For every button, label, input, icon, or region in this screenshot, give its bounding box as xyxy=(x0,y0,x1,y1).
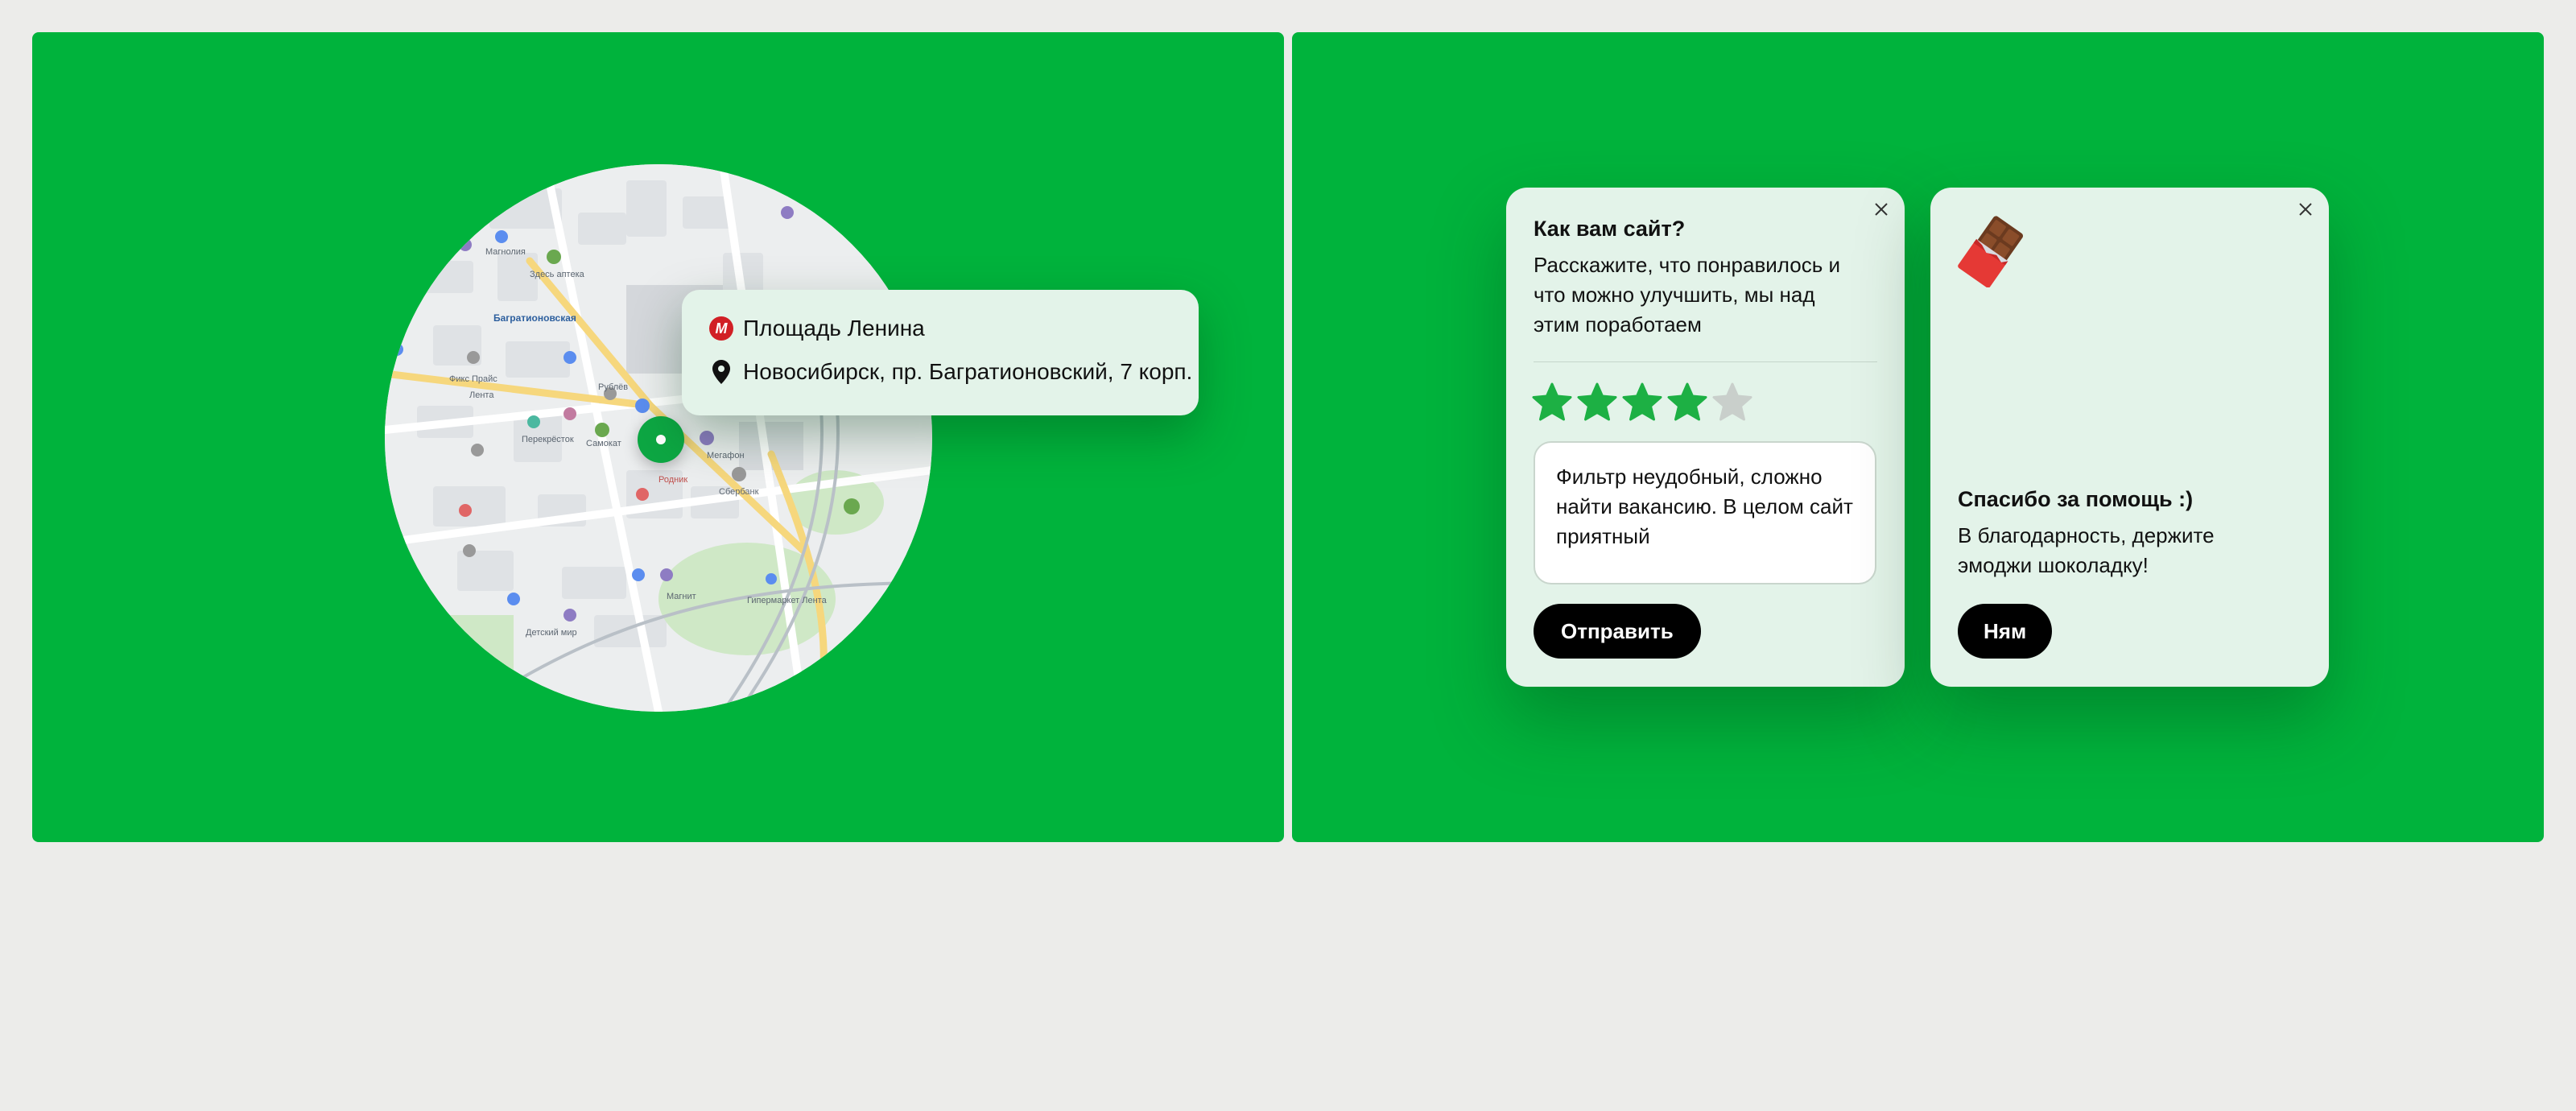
metro-row: M Площадь Ленина xyxy=(709,316,925,341)
svg-text:Сбербанк: Сбербанк xyxy=(719,487,759,497)
chocolate-bar-icon xyxy=(1956,215,2029,288)
metro-icon: M xyxy=(709,316,733,341)
svg-text:Лента: Лента xyxy=(469,390,494,400)
thanks-title: Спасибо за помощь :) xyxy=(1958,487,2194,511)
thanks-text: В благодарность, держите эмоджи шоколадк… xyxy=(1958,523,2215,577)
svg-text:Гипермаркет Лента: Гипермаркет Лента xyxy=(747,596,828,605)
close-icon[interactable] xyxy=(1871,199,1892,220)
svg-text:Багратионовская: Багратионовская xyxy=(493,312,576,324)
feedback-card: Как вам сайт? Расскажите, что понравилос… xyxy=(1506,188,1905,687)
star-rating[interactable] xyxy=(1532,382,1757,423)
feedback-panel: Как вам сайт? Расскажите, что понравилос… xyxy=(1292,32,2544,842)
star-icon[interactable] xyxy=(1712,382,1752,423)
star-icon[interactable] xyxy=(1622,382,1662,423)
svg-text:Детский мир: Детский мир xyxy=(526,628,577,638)
svg-text:Родник: Родник xyxy=(658,475,687,485)
svg-text:Магнолия: Магнолия xyxy=(485,247,526,257)
star-icon[interactable] xyxy=(1577,382,1617,423)
svg-text:Самокат: Самокат xyxy=(586,439,621,448)
svg-text:Здесь аптека: Здесь аптека xyxy=(530,270,585,279)
svg-text:Рублёв: Рублёв xyxy=(598,382,628,392)
metro-station-name: Площадь Ленина xyxy=(743,316,925,341)
feedback-description: Расскажите, что понравилось и что можно … xyxy=(1534,253,1840,337)
close-icon[interactable] xyxy=(2295,199,2316,220)
svg-text:Фикс Прайс: Фикс Прайс xyxy=(449,374,497,384)
map-panel: Багратионовская Здесь аптека Магнолия Фи… xyxy=(32,32,1284,842)
thanks-card: Спасибо за помощь :) В благодарность, де… xyxy=(1930,188,2329,687)
location-pin-icon[interactable] xyxy=(638,416,684,463)
svg-text:Мегафон: Мегафон xyxy=(707,451,745,461)
address-text: Новосибирск, пр. Багратионовский, 7 корп… xyxy=(743,359,1193,384)
map-pin-icon xyxy=(709,360,733,384)
star-icon[interactable] xyxy=(1667,382,1707,423)
star-icon[interactable] xyxy=(1532,382,1572,423)
svg-text:Перекрёсток: Перекрёсток xyxy=(522,435,574,444)
address-row: Новосибирск, пр. Багратионовский, 7 корп… xyxy=(709,359,1192,385)
divider xyxy=(1534,361,1877,362)
svg-text:Магнит: Магнит xyxy=(667,592,696,601)
submit-button[interactable]: Отправить xyxy=(1534,604,1701,659)
feedback-title: Как вам сайт? xyxy=(1534,217,1686,241)
address-popup: M Площадь Ленина Новосибирск, пр. Баграт… xyxy=(682,290,1199,415)
comment-textarea[interactable]: Фильтр неудобный, сложно найти вакансию.… xyxy=(1534,441,1876,584)
yum-button[interactable]: Ням xyxy=(1958,604,2053,659)
